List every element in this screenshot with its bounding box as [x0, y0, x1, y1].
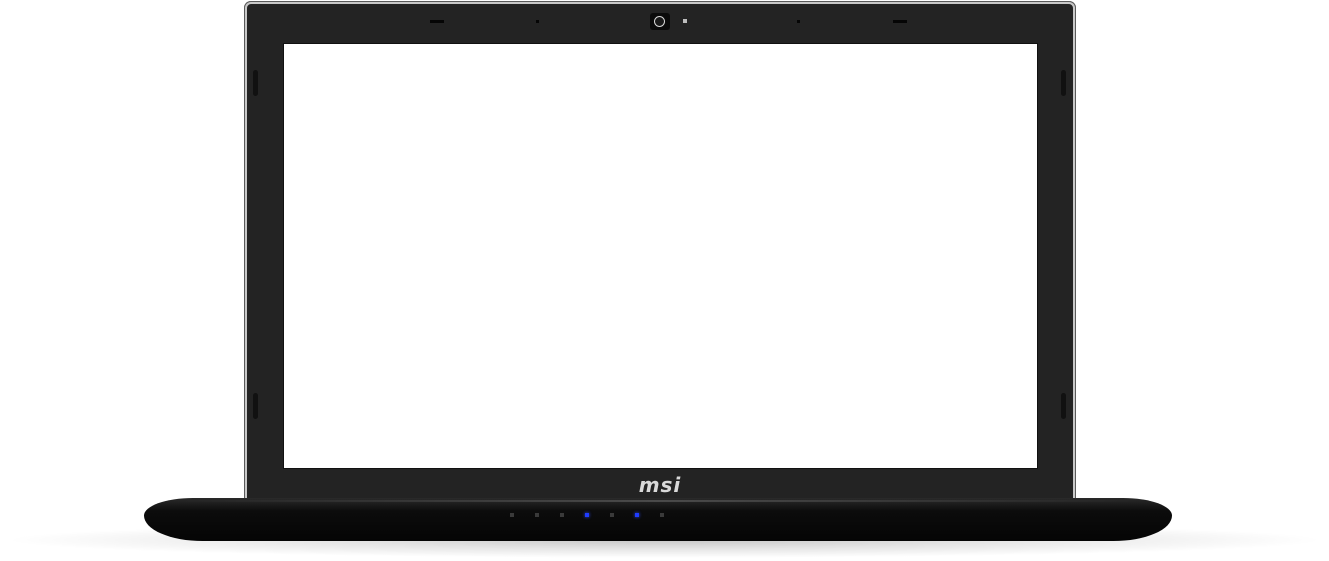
status-led-1	[510, 513, 514, 517]
laptop-base	[144, 498, 1172, 541]
brand-logo: msi	[638, 473, 682, 497]
status-led-6	[635, 513, 639, 517]
status-led-7	[660, 513, 664, 517]
microphone-right	[893, 20, 907, 23]
sensor-dot-right	[797, 20, 800, 23]
sensor-dot-left	[536, 20, 539, 23]
base-highlight	[168, 500, 1148, 502]
status-led-5	[610, 513, 614, 517]
webcam-icon	[650, 13, 670, 30]
status-led-4	[585, 513, 589, 517]
bezel-bumper-top-left	[253, 70, 258, 96]
webcam-led	[683, 19, 687, 23]
bezel-bumper-bottom-right	[1061, 393, 1066, 419]
webcam-lens	[654, 16, 665, 27]
bezel-bumper-bottom-left	[253, 393, 258, 419]
status-led-2	[535, 513, 539, 517]
status-led-3	[560, 513, 564, 517]
laptop-screen	[284, 44, 1037, 468]
bezel-bumper-top-right	[1061, 70, 1066, 96]
microphone-left	[430, 20, 444, 23]
